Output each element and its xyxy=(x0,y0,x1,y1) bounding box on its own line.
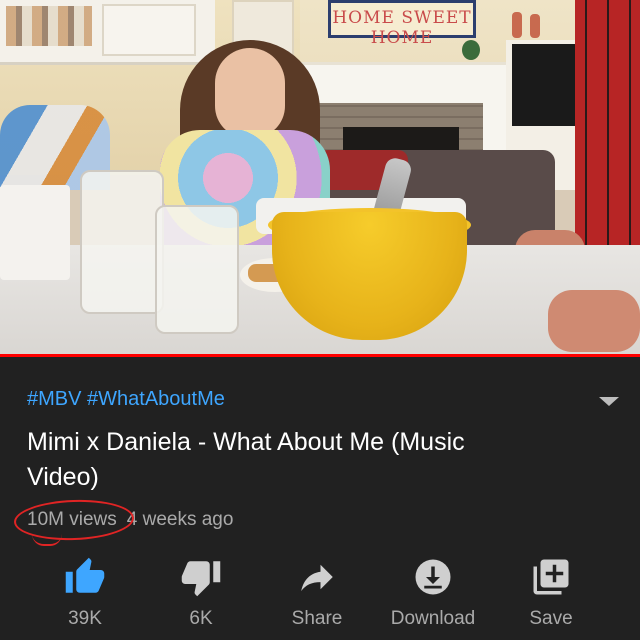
dislike-button[interactable]: 6K xyxy=(146,556,256,636)
save-label: Save xyxy=(529,608,573,629)
download-label: Download xyxy=(390,608,476,629)
action-bar: 39K 6K Share Download Save xyxy=(0,556,640,640)
video-frame-jar xyxy=(80,170,164,314)
thumbs-up-icon xyxy=(65,557,105,593)
video-progress-fill xyxy=(0,354,640,357)
download-icon xyxy=(415,559,451,595)
video-frame-cabinet xyxy=(0,0,215,65)
like-button[interactable]: 39K xyxy=(30,556,140,636)
save-button[interactable]: Save xyxy=(496,556,606,636)
add-to-playlist-icon xyxy=(533,559,569,595)
video-progress-bar[interactable] xyxy=(0,354,640,357)
share-icon xyxy=(301,564,333,591)
download-button[interactable]: Download xyxy=(378,556,488,636)
share-button[interactable]: Share xyxy=(262,556,372,636)
video-frame-sign-text: HOME SWEET HOME xyxy=(332,8,472,48)
dislike-count: 6K xyxy=(189,608,213,629)
video-hashtags[interactable]: #MBV #WhatAboutMe xyxy=(27,388,225,411)
video-player[interactable]: HOME SWEET HOME xyxy=(0,0,640,357)
like-count: 39K xyxy=(68,608,102,629)
video-title[interactable]: Mimi x Daniela - What About Me (Music Vi… xyxy=(27,425,537,495)
video-frame-sign: HOME SWEET HOME xyxy=(328,0,476,48)
share-label: Share xyxy=(291,608,343,629)
expand-description-chevron-icon[interactable] xyxy=(599,397,619,406)
thumbs-down-icon xyxy=(181,561,221,597)
upload-age: 4 weeks ago xyxy=(126,509,234,530)
